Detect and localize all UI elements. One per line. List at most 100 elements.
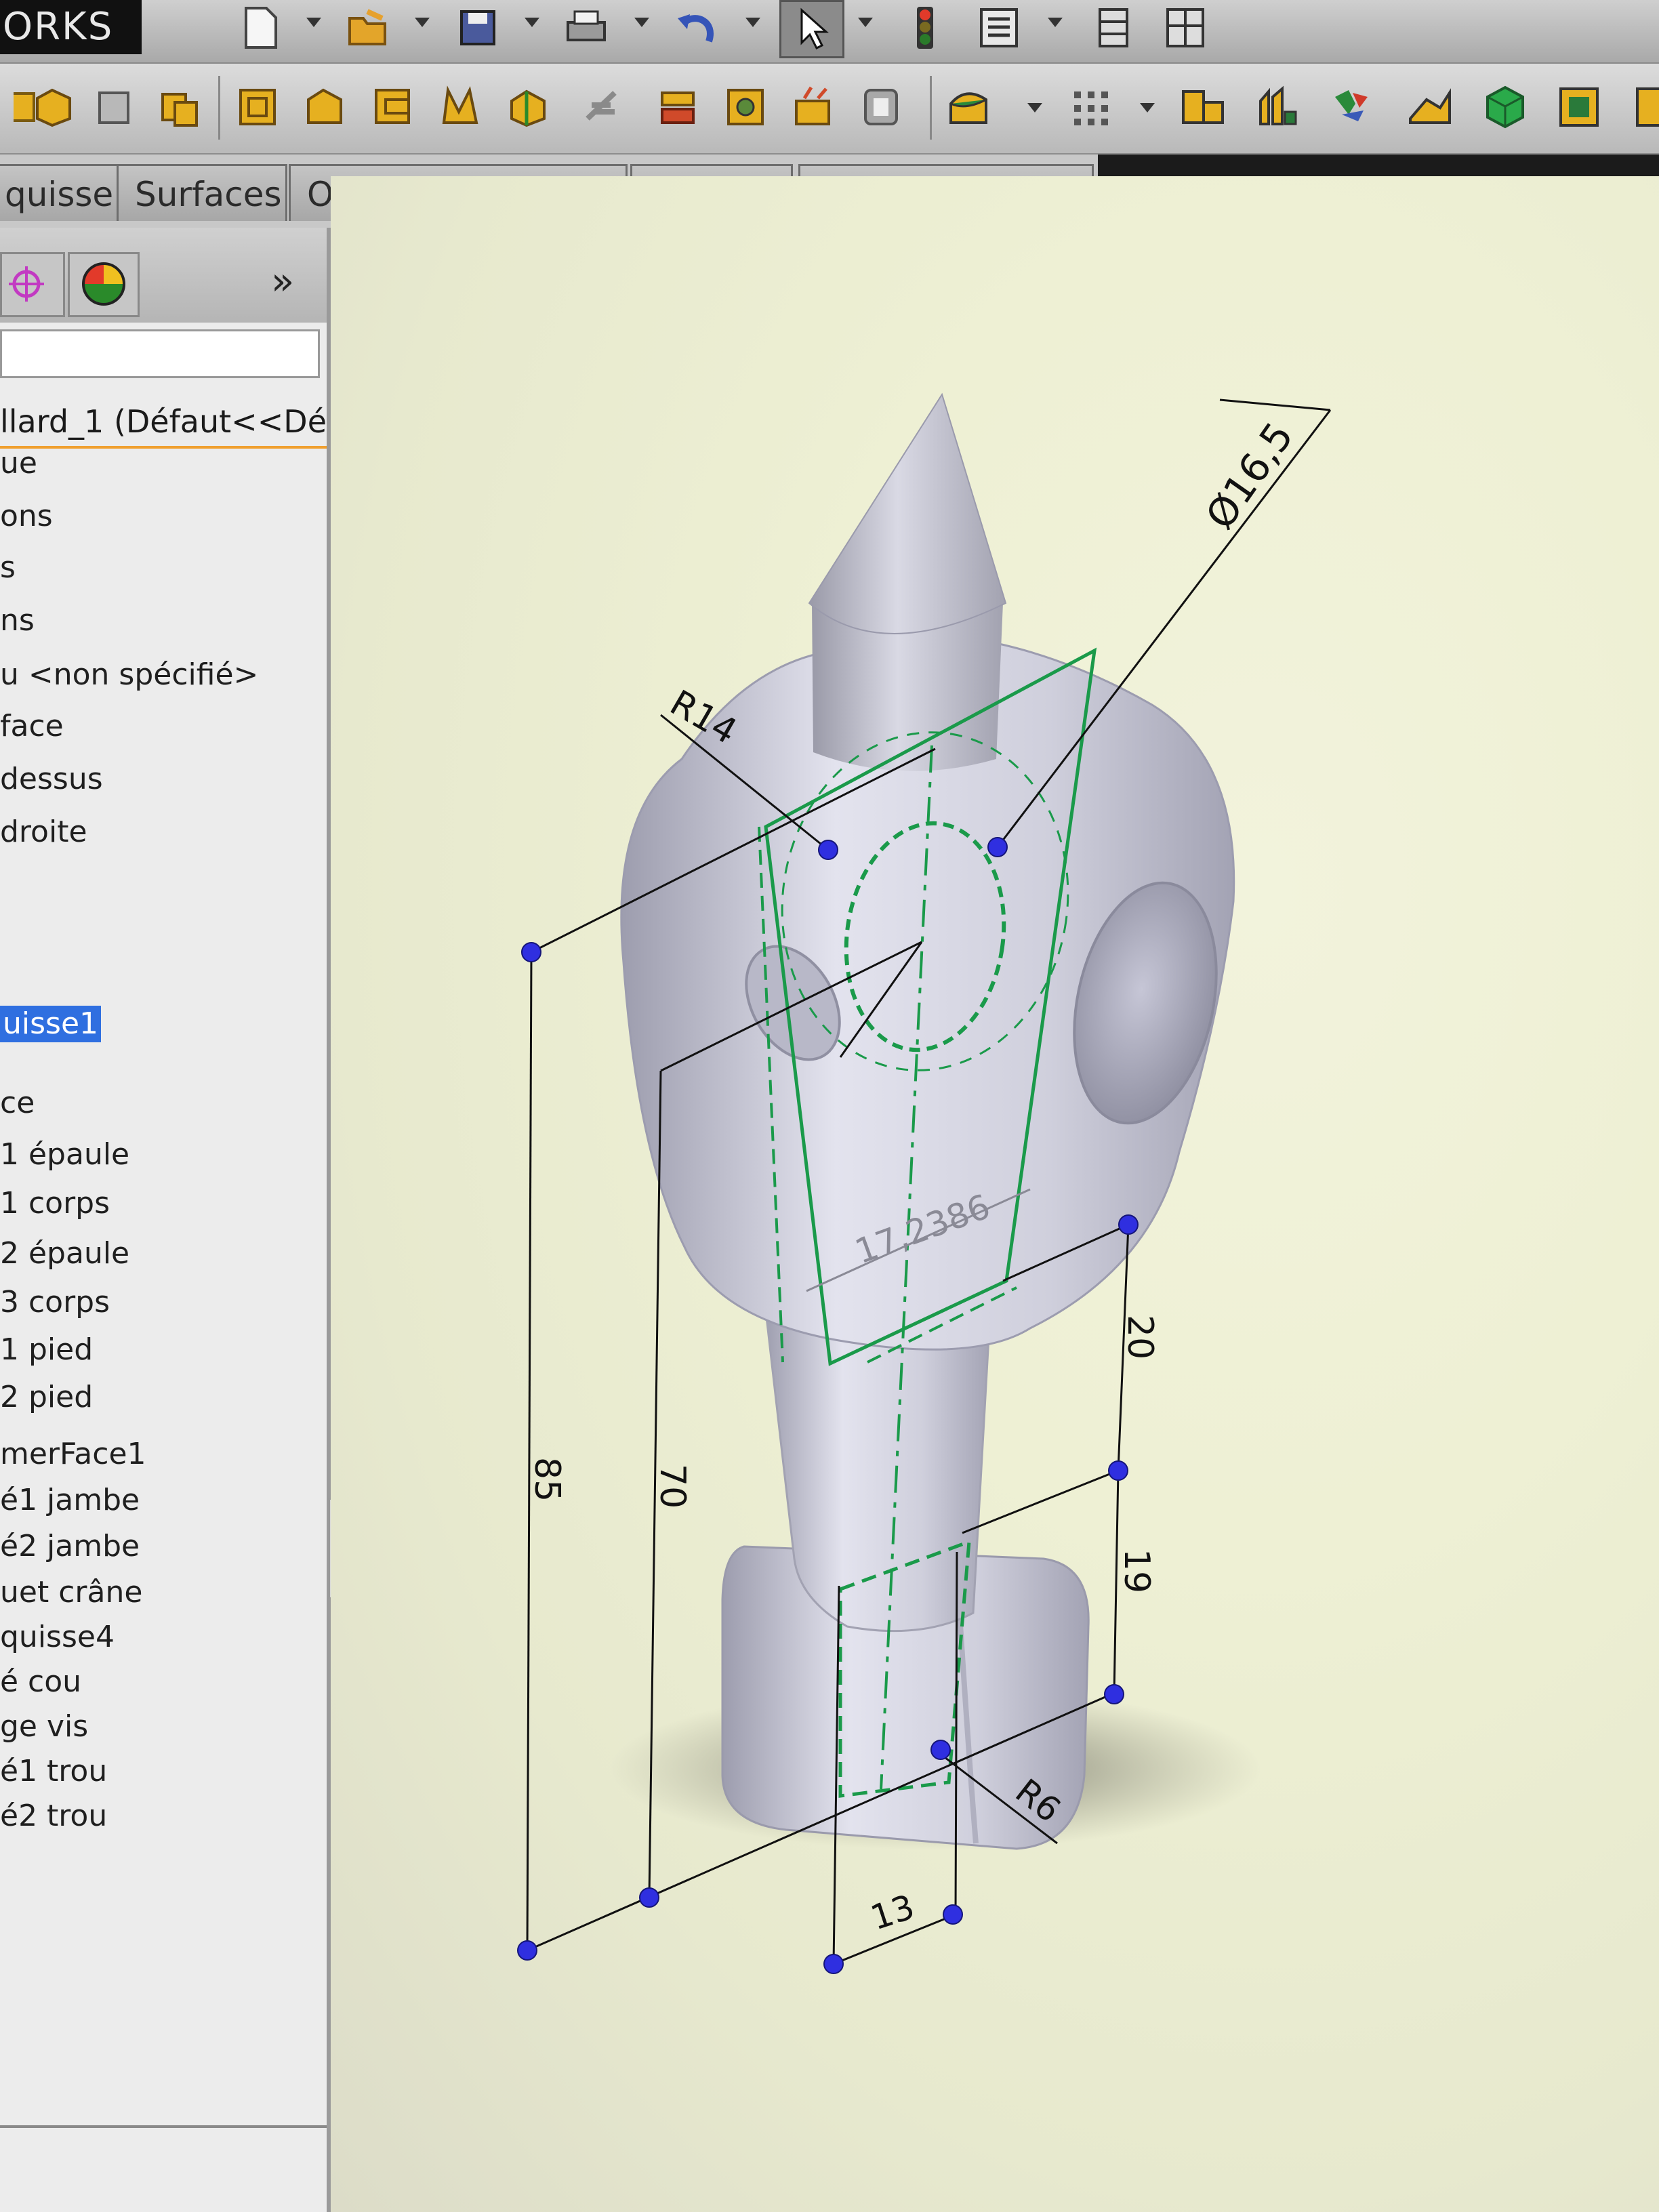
pattern-dropdown-icon[interactable] — [1140, 103, 1155, 112]
split-icon[interactable] — [1552, 79, 1606, 136]
save-dropdown-icon[interactable] — [525, 18, 539, 27]
sketch-point[interactable] — [639, 1887, 659, 1908]
open-folder-icon[interactable] — [346, 4, 393, 52]
tree-item-material[interactable]: u <non spécifié> — [0, 655, 258, 695]
move-face-icon[interactable] — [1403, 79, 1457, 136]
tree-item-2-pied[interactable]: 2 pied — [0, 1377, 93, 1418]
undo-dropdown-icon[interactable] — [745, 18, 760, 27]
swept-cut-icon[interactable] — [434, 79, 488, 136]
window-layout-icon[interactable] — [1091, 4, 1139, 52]
tree-item-3-corps[interactable]: 3 corps — [0, 1282, 110, 1323]
options-list-icon[interactable] — [976, 4, 1023, 52]
feature-filter-input[interactable] — [0, 329, 320, 378]
sketch-point[interactable] — [987, 837, 1008, 857]
sketch-point[interactable] — [943, 1904, 963, 1925]
traffic-light-icon[interactable] — [901, 4, 949, 52]
tree-item-plan-droite[interactable]: droite — [0, 812, 87, 853]
expand-chevron-icon[interactable]: » — [271, 262, 294, 302]
tile-icon[interactable] — [1162, 4, 1210, 52]
sketch-point[interactable] — [823, 1954, 844, 1974]
feature-manager-panel: » llard_1 (Défaut<<Défa ue ons s ns u <n… — [0, 228, 331, 2212]
print-icon[interactable] — [562, 4, 610, 52]
extruded-cut-icon[interactable] — [298, 79, 352, 136]
sketch-point[interactable] — [1118, 1214, 1139, 1235]
toolbar-separator — [930, 76, 932, 140]
options-dropdown-icon[interactable] — [1048, 18, 1063, 27]
boundary-boss-icon[interactable] — [230, 79, 285, 136]
dim-lines-20-19 — [1113, 1224, 1130, 1695]
select-dropdown-icon[interactable] — [858, 18, 873, 27]
tree-root-part[interactable]: llard_1 (Défaut<<Défa — [0, 397, 327, 449]
grid-pattern-icon[interactable] — [1064, 79, 1118, 136]
more-features-icon[interactable] — [1623, 79, 1659, 136]
tree-item-1-corps[interactable]: 1 corps — [0, 1183, 110, 1224]
dim-text-85[interactable]: 85 — [527, 1457, 567, 1502]
display-manager-icon[interactable] — [68, 252, 140, 317]
instant3d-icon[interactable] — [1325, 79, 1379, 136]
reference-geometry-icon[interactable] — [1176, 79, 1230, 136]
sweep-icon[interactable] — [88, 79, 142, 136]
revolve-boss-icon[interactable] — [27, 79, 81, 136]
tree-item-face[interactable]: ce — [0, 1083, 35, 1124]
rib-icon[interactable] — [718, 79, 773, 136]
undo-icon[interactable] — [674, 4, 721, 52]
sketch-point[interactable] — [1104, 1684, 1124, 1704]
graphics-viewport[interactable]: 85 70 20 19 13 R14 R6 Ø16,5 17,2386 — [331, 176, 1659, 2212]
tree-item-2-trou[interactable]: é2 trou — [0, 1796, 107, 1837]
new-document-icon[interactable] — [237, 4, 285, 52]
tree-item-plan-face[interactable]: face — [0, 706, 64, 747]
tree-item-1-epaule[interactable]: 1 épaule — [0, 1134, 129, 1175]
tab-esquisse[interactable]: quisse — [0, 164, 122, 221]
tree-item-bouquet-crane[interactable]: uet crâne — [0, 1572, 142, 1613]
combine-icon[interactable] — [1477, 79, 1532, 136]
tree-item-plan-dessus[interactable]: dessus — [0, 759, 103, 800]
tree-item-fermer-face1[interactable]: merFace1 — [0, 1434, 146, 1475]
dim-line-85 — [526, 951, 533, 1951]
dim-text-19[interactable]: 19 — [1116, 1549, 1157, 1593]
select-pointer-icon[interactable] — [779, 0, 844, 58]
tree-item-2-epaule[interactable]: 2 épaule — [0, 1233, 129, 1274]
tree-item-sensors[interactable]: s — [0, 548, 16, 588]
tree-item-esquisse4[interactable]: quisse4 — [0, 1617, 115, 1658]
tree-item-cou[interactable]: é cou — [0, 1662, 81, 1702]
property-manager-icon[interactable] — [0, 252, 65, 317]
loft-icon[interactable] — [152, 79, 207, 136]
dome-icon[interactable] — [942, 79, 996, 136]
shell-icon[interactable] — [854, 79, 908, 136]
model-scene[interactable]: 85 70 20 19 13 R14 R6 Ø16,5 17,2386 — [331, 176, 1659, 2212]
sketch-point[interactable] — [517, 1940, 537, 1961]
open-dropdown-icon[interactable] — [415, 18, 430, 27]
new-dropdown-icon[interactable] — [306, 18, 321, 27]
tree-item-1-trou[interactable]: é1 trou — [0, 1751, 107, 1792]
tree-item-1-pied[interactable]: 1 pied — [0, 1330, 93, 1370]
tree-item-annotations[interactable]: ue — [0, 443, 37, 484]
leader-dia-underline — [1219, 398, 1331, 411]
tab-surfaces[interactable]: Surfaces — [117, 164, 287, 221]
curves-icon[interactable] — [1250, 79, 1305, 136]
panel-divider — [0, 2125, 327, 2128]
app-logo: ORKS — [0, 0, 142, 54]
dim-text-dia-16-5[interactable]: Ø16,5 — [1197, 414, 1303, 537]
tree-item-esquisse1[interactable]: uisse1 — [0, 1006, 102, 1042]
sketch-point[interactable] — [521, 942, 541, 962]
revolved-cut-icon[interactable] — [366, 79, 420, 136]
tree-item-2-jambe[interactable]: é2 jambe — [0, 1526, 140, 1567]
tree-item-perçage-vis[interactable]: ge vis — [0, 1706, 88, 1747]
dome-dropdown-icon[interactable] — [1027, 103, 1042, 112]
draft-icon[interactable] — [786, 79, 840, 136]
dim-text-20[interactable]: 20 — [1120, 1315, 1160, 1359]
linear-pattern-icon[interactable] — [651, 79, 705, 136]
tree-item-equations[interactable]: ons — [0, 496, 53, 537]
cone-head — [808, 392, 1007, 634]
tree-item-annotations-2[interactable]: ns — [0, 600, 35, 641]
sketch-point[interactable] — [818, 840, 838, 860]
save-icon[interactable] — [454, 4, 501, 52]
sketch-point[interactable] — [1108, 1460, 1128, 1481]
dim-text-13[interactable]: 13 — [866, 1887, 919, 1938]
dim-text-70[interactable]: 70 — [652, 1464, 693, 1509]
fillet-icon[interactable] — [576, 79, 630, 136]
sketch-point[interactable] — [930, 1740, 951, 1760]
tree-item-1-jambe[interactable]: é1 jambe — [0, 1480, 140, 1521]
lofted-cut-icon[interactable] — [501, 79, 556, 136]
print-dropdown-icon[interactable] — [634, 18, 649, 27]
